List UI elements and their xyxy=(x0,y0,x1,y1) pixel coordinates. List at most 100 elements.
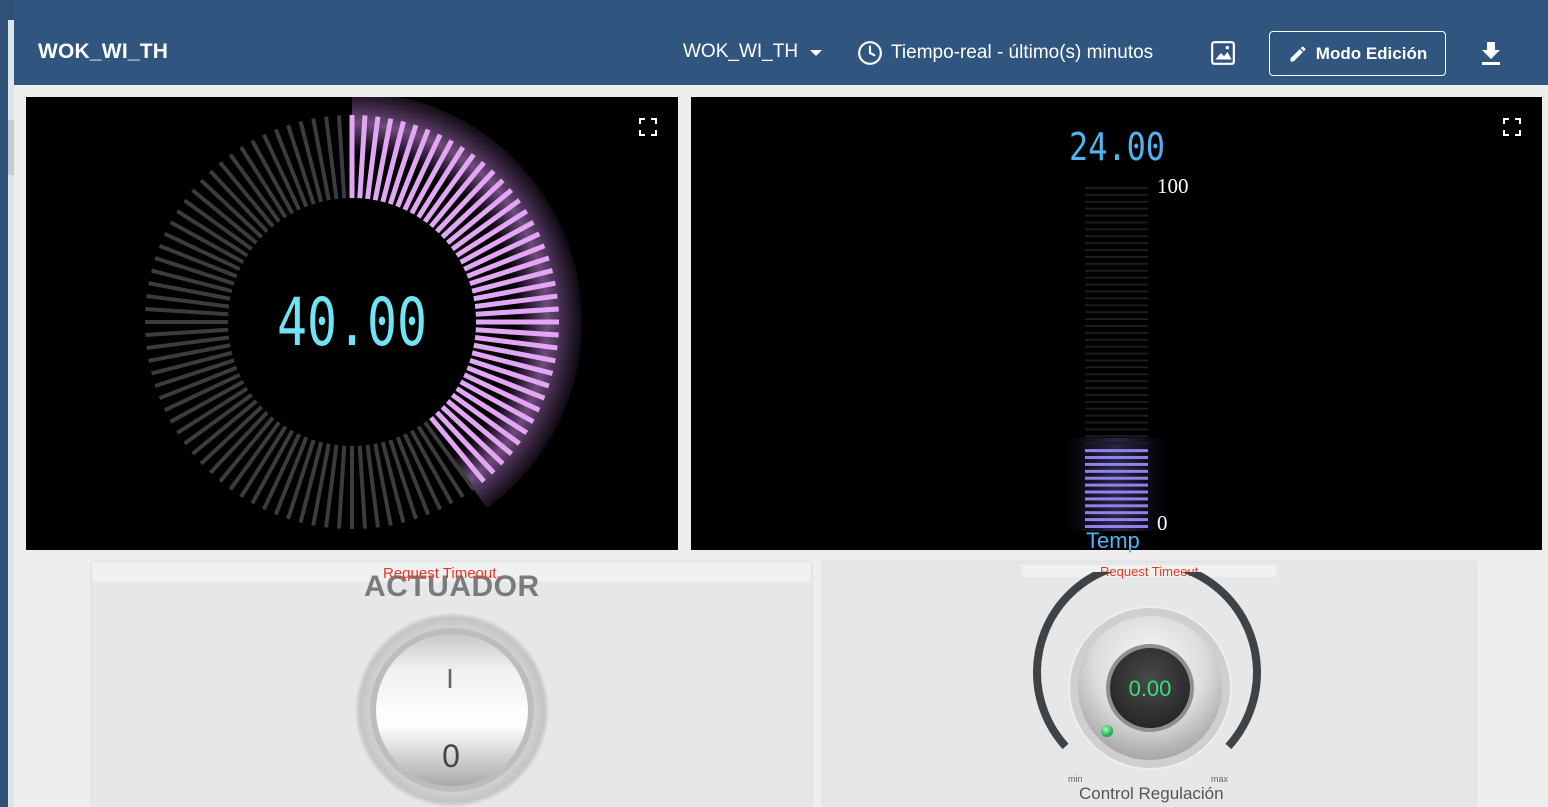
linear-gauge-label: Temp xyxy=(1086,528,1140,553)
linear-tick xyxy=(1085,311,1148,314)
gauge-tick xyxy=(199,178,263,239)
gauge-tick xyxy=(357,445,367,529)
gauge-tick xyxy=(199,405,263,466)
image-icon[interactable] xyxy=(1210,40,1236,66)
linear-tick xyxy=(1085,359,1148,362)
linear-tick xyxy=(1085,380,1148,383)
linear-tick xyxy=(1085,318,1148,321)
linear-tick-active xyxy=(1085,511,1148,515)
gauge-tick xyxy=(145,307,229,317)
linear-tick xyxy=(1085,221,1148,224)
linear-tick xyxy=(1085,304,1148,307)
rail-notch xyxy=(8,120,14,175)
gauge-tick xyxy=(337,115,347,199)
timewindow-label: Tiempo-real - último(s) minutos xyxy=(891,42,1154,63)
linear-tick xyxy=(1085,207,1148,210)
linear-tick xyxy=(1085,414,1148,417)
linear-tick xyxy=(1085,373,1148,376)
state-selector[interactable]: WOK_WI_TH xyxy=(683,41,823,63)
fullscreen-icon[interactable] xyxy=(1503,118,1521,136)
error-message: Request Timeout. xyxy=(383,565,501,582)
linear-value: 24.00 xyxy=(1069,125,1165,169)
linear-tick xyxy=(1085,276,1148,279)
linear-tick-active xyxy=(1085,456,1148,460)
gauge-tick xyxy=(208,169,269,233)
linear-tick-active xyxy=(1085,483,1148,487)
max-label: max xyxy=(1211,774,1229,784)
linear-tick xyxy=(1085,400,1148,403)
edit-mode-label: Modo Edición xyxy=(1315,43,1428,63)
linear-ticks xyxy=(1085,187,1148,528)
linear-tick xyxy=(1085,283,1148,286)
control-value: 0.00 xyxy=(1129,676,1172,701)
linear-tick xyxy=(1085,387,1148,390)
linear-tick-active xyxy=(1085,490,1148,494)
linear-tick xyxy=(1085,214,1148,217)
linear-tick xyxy=(1085,421,1148,424)
gauge-value: 40.00 xyxy=(277,284,427,361)
linear-tick xyxy=(1085,269,1148,272)
min-label: 0 xyxy=(1157,511,1168,535)
min-label: min xyxy=(1068,774,1083,784)
linear-tick-active xyxy=(1085,469,1148,473)
linear-tick xyxy=(1085,193,1148,196)
linear-tick xyxy=(1085,345,1148,348)
dashboard-toolbar: WOK_WI_TH WOK_WI_TH Tiempo-real - último… xyxy=(14,0,1548,85)
actuator-widget: ACTUADOR Request Timeout. I 0 xyxy=(92,562,811,807)
control-knob[interactable]: 0.00 xyxy=(1032,572,1270,784)
state-selector-label: WOK_WI_TH xyxy=(683,41,799,62)
gauge-tick xyxy=(183,198,253,251)
radial-gauge: 40.00 xyxy=(145,97,582,529)
chevron-down-icon xyxy=(810,50,823,56)
linear-tick xyxy=(1085,338,1148,341)
fullscreen-icon[interactable] xyxy=(639,118,657,136)
linear-tick xyxy=(1085,297,1148,300)
linear-tick xyxy=(1085,255,1148,258)
switch-off-label: 0 xyxy=(442,738,460,774)
edit-mode-button[interactable]: Modo Edición xyxy=(1269,31,1446,76)
linear-tick xyxy=(1085,366,1148,369)
gauge-tick xyxy=(228,153,281,223)
linear-tick xyxy=(1085,352,1148,355)
linear-tick-active xyxy=(1085,518,1148,522)
linear-tick xyxy=(1085,393,1148,396)
radial-gauge-widget: 40.00 xyxy=(26,97,678,550)
linear-tick-active xyxy=(1085,462,1148,466)
timewindow-button[interactable]: Tiempo-real - último(s) minutos xyxy=(857,40,1153,66)
gauge-tick xyxy=(228,421,281,491)
linear-tick-active xyxy=(1085,504,1148,508)
gauge-tick xyxy=(208,411,269,475)
control-widget: Request Timeout. 0.00 min max Control Re… xyxy=(823,562,1475,807)
linear-tick xyxy=(1085,228,1148,231)
linear-tick xyxy=(1085,331,1148,334)
linear-tick xyxy=(1085,200,1148,203)
led-indicator xyxy=(1101,725,1113,737)
linear-tick xyxy=(1085,242,1148,245)
linear-tick xyxy=(1085,290,1148,293)
linear-tick xyxy=(1085,428,1148,431)
linear-tick xyxy=(1085,235,1148,238)
left-rail xyxy=(0,0,14,807)
control-title: Control Regulación xyxy=(1079,784,1224,803)
linear-tick xyxy=(1085,324,1148,327)
linear-tick-active xyxy=(1085,449,1148,453)
gauge-tick xyxy=(145,327,229,337)
download-icon[interactable] xyxy=(1480,40,1502,66)
switch-on-label: I xyxy=(446,663,454,694)
linear-tick xyxy=(1085,262,1148,265)
linear-tick-active xyxy=(1085,497,1148,501)
linear-tick xyxy=(1085,187,1148,189)
linear-tick xyxy=(1085,442,1148,445)
max-label: 100 xyxy=(1157,174,1189,198)
linear-tick xyxy=(1085,407,1148,410)
linear-gauge: 24.00 100 0 xyxy=(1066,125,1189,535)
linear-tick xyxy=(1085,435,1148,438)
gauge-tick xyxy=(183,393,253,446)
linear-tick xyxy=(1085,249,1148,252)
rotary-switch[interactable]: I 0 xyxy=(350,610,554,807)
clock-icon xyxy=(858,41,882,65)
dashboard-title: WOK_WI_TH xyxy=(38,40,169,63)
gauge-tick xyxy=(337,445,347,529)
linear-gauge-widget: 24.00 100 0 Temp xyxy=(691,97,1542,553)
linear-tick-active xyxy=(1085,476,1148,480)
